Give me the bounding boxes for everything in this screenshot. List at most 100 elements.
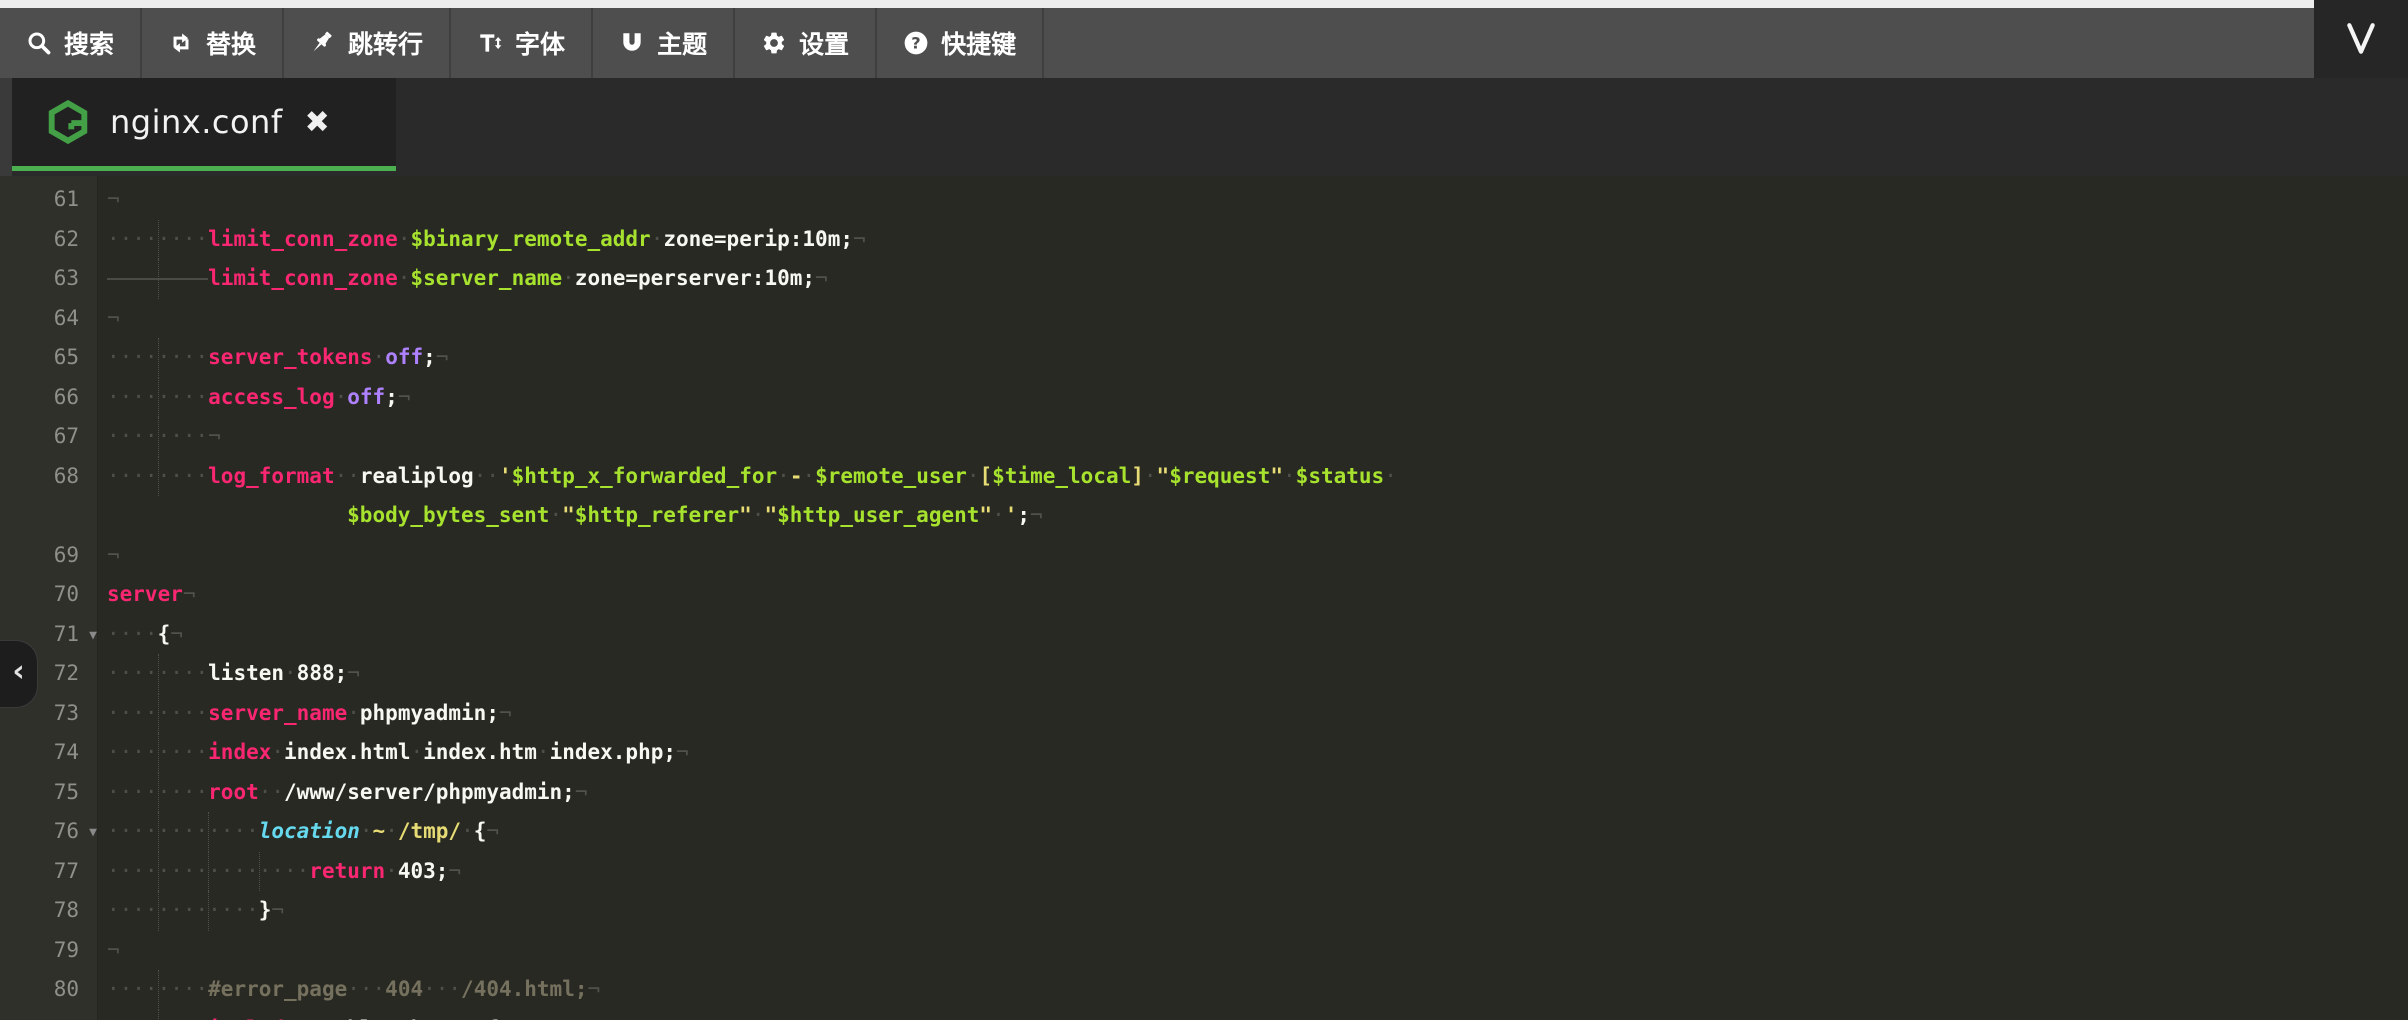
code-line-content[interactable]: ········log_format··realiplog··'$http_x_…	[97, 457, 2408, 497]
toolbar-button-shortcuts[interactable]: ?快捷键	[877, 8, 1044, 78]
code-line-content[interactable]: ¬	[97, 931, 2408, 971]
newline-mark: ¬	[107, 938, 120, 962]
space-whitespace-marks: ············	[107, 819, 259, 843]
indent-guide	[208, 891, 209, 931]
code-token: $server_name	[410, 266, 562, 290]
chevron-left-icon: ‹	[12, 657, 24, 687]
space-whitespace-marks: ············	[107, 898, 259, 922]
toolbar-button-settings[interactable]: 设置	[735, 8, 877, 78]
code-token: server	[107, 582, 183, 606]
line-number: 77	[0, 852, 97, 892]
code-line-66: 66········access_log·off;¬	[0, 378, 2408, 418]
fold-arrow-icon[interactable]: ▼	[89, 616, 97, 656]
line-number	[0, 496, 97, 536]
newline-mark: ¬	[499, 701, 512, 725]
space-whitespace-marks: ·	[777, 464, 790, 488]
font-icon	[477, 30, 503, 56]
code-line-content[interactable]: ¬	[97, 536, 2408, 576]
code-editor-area[interactable]: 61¬62········limit_conn_zone·$binary_rem…	[0, 176, 2408, 1020]
indent-guide	[158, 812, 159, 852]
code-line-65: 65········server_tokens·off;¬	[0, 338, 2408, 378]
replace-icon	[168, 30, 194, 56]
close-tab-icon[interactable]: ✖	[305, 105, 330, 140]
code-token: location	[259, 819, 360, 843]
indent-guide	[158, 733, 159, 773]
code-line-62: 62········limit_conn_zone·$binary_remote…	[0, 220, 2408, 260]
toolbar-button-search[interactable]: 搜索	[0, 8, 142, 78]
toolbar-collapse-button[interactable]	[2314, 0, 2408, 78]
code-token: 404	[385, 977, 423, 1001]
code-line-content[interactable]: ············location·~·/tmp/·{¬	[97, 812, 2408, 852]
code-line-70: 70server¬	[0, 575, 2408, 615]
toolbar-button-replace[interactable]: 替换	[142, 8, 284, 78]
code-token: "	[764, 503, 777, 527]
code-line-68: 68········log_format··realiplog··'$http_…	[0, 457, 2408, 497]
sidebar-collapse-handle[interactable]: ‹	[0, 640, 38, 708]
newline-mark: ¬	[815, 266, 828, 290]
code-line-74: 74········index·index.html·index.htm·ind…	[0, 733, 2408, 773]
code-line-content[interactable]: ········server_tokens·off;¬	[97, 338, 2408, 378]
code-line-content[interactable]: ········include·enable-php.conf;	[97, 1010, 2408, 1020]
code-line-content[interactable]: ············}¬	[97, 891, 2408, 931]
toolbar-button-font[interactable]: 字体	[451, 8, 593, 78]
newline-mark: ¬	[107, 543, 120, 567]
space-whitespace-marks: ·	[347, 701, 360, 725]
line-number: 63	[0, 259, 97, 299]
code-line-content[interactable]: ········server_name·phpmyadmin;¬	[97, 694, 2408, 734]
space-whitespace-marks: ··	[474, 464, 499, 488]
line-number: 79	[0, 931, 97, 971]
indent-guide	[158, 694, 159, 734]
code-line-75: 75········root··/www/server/phpmyadmin;¬	[0, 773, 2408, 813]
code-token: realiplog	[360, 464, 474, 488]
toolbar-button-label: 设置	[799, 25, 849, 61]
code-token: ;	[423, 345, 436, 369]
code-line-content[interactable]: ¬	[97, 180, 2408, 220]
code-token: $remote_user	[815, 464, 967, 488]
code-line-content[interactable]: limit_conn_zone·$server_name·zone=perser…	[97, 259, 2408, 299]
code-line-content[interactable]: ········index·index.html·index.htm·index…	[97, 733, 2408, 773]
newline-mark: ¬	[271, 898, 284, 922]
code-line-content[interactable]: ········#error_page···404···/404.html;¬	[97, 970, 2408, 1010]
newline-mark: ¬	[853, 227, 866, 251]
wrap-indent	[107, 496, 347, 536]
code-line-content[interactable]: ········listen·888;¬	[97, 654, 2408, 694]
space-whitespace-marks: ···	[347, 977, 385, 1001]
toolbar-button-theme[interactable]: 主题	[593, 8, 735, 78]
code-line-content[interactable]: ····{¬	[97, 615, 2408, 655]
code-line-content[interactable]: server¬	[97, 575, 2408, 615]
fold-arrow-icon[interactable]: ▼	[89, 813, 97, 853]
code-token: ;	[1017, 503, 1030, 527]
toolbar-button-goto-line[interactable]: 跳转行	[284, 8, 451, 78]
code-token: $body_bytes_sent	[347, 503, 549, 527]
code-editor-app: 搜索替换跳转行字体主题设置?快捷键 nginx.conf ✖ 61¬62····…	[0, 0, 2408, 1020]
code-token: {	[158, 622, 171, 646]
search-icon	[26, 30, 52, 56]
top-light-strip	[0, 0, 2314, 8]
line-number: 67	[0, 417, 97, 457]
space-whitespace-marks: ···	[423, 977, 461, 1001]
code-token: "	[1270, 464, 1283, 488]
code-token: ;	[385, 385, 398, 409]
code-line-content[interactable]: $body_bytes_sent·"$http_referer"·"$http_…	[97, 496, 2408, 536]
code-token: $http_user_agent	[777, 503, 979, 527]
code-line-content[interactable]: ················return·403;¬	[97, 852, 2408, 892]
code-line-wrap: $body_bytes_sent·"$http_referer"·"$http_…	[0, 496, 2408, 536]
tab-nginx-conf[interactable]: nginx.conf ✖	[12, 78, 396, 171]
space-whitespace-marks: ·	[1384, 464, 1397, 488]
code-line-69: 69¬	[0, 536, 2408, 576]
code-line-content[interactable]: ········¬	[97, 417, 2408, 457]
space-whitespace-marks: ·	[1283, 464, 1296, 488]
code-token: '	[1005, 503, 1018, 527]
code-token: $http_referer	[575, 503, 739, 527]
code-token: index.php;	[550, 740, 676, 764]
code-token: "	[979, 503, 992, 527]
code-token: log_format	[208, 464, 334, 488]
code-line-content[interactable]: ········limit_conn_zone·$binary_remote_a…	[97, 220, 2408, 260]
space-whitespace-marks: ·	[385, 859, 398, 883]
code-line-content[interactable]: ········access_log·off;¬	[97, 378, 2408, 418]
code-line-content[interactable]: ········root··/www/server/phpmyadmin;¬	[97, 773, 2408, 813]
code-token: ~	[373, 819, 386, 843]
indent-guide	[158, 378, 159, 418]
code-line-content[interactable]: ¬	[97, 299, 2408, 339]
space-whitespace-marks: ·	[410, 740, 423, 764]
